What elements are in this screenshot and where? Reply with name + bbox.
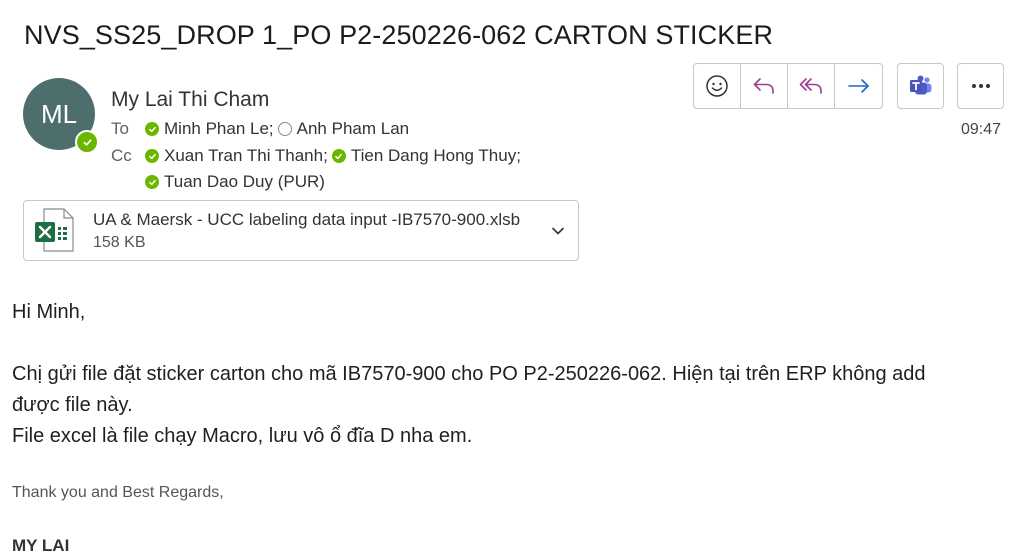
presence-available-icon — [145, 149, 159, 163]
signature-name: MY LAI — [12, 536, 70, 555]
forward-button[interactable] — [835, 64, 882, 108]
recipient-name: Tien Dang Hong Thuy; — [350, 146, 521, 165]
attachment-file-size: 158 KB — [93, 234, 146, 251]
recipient-name: Minh Phan Le; — [164, 119, 274, 138]
cc-label: Cc — [111, 146, 132, 165]
body-greeting: Hi Minh, — [12, 301, 86, 323]
recipient-cc-3[interactable]: Tuan Dao Duy (PUR) — [145, 172, 325, 192]
attachment-file-name: UA & Maersk - UCC labeling data input -I… — [93, 210, 521, 229]
recipient-to-1[interactable]: Minh Phan Le; — [145, 119, 274, 139]
to-label: To — [111, 119, 129, 138]
sender-name[interactable]: My Lai Thi Cham — [111, 88, 269, 112]
cc-line: Cc Xuan Tran Thi Thanh; Tien Dang Hong T… — [111, 146, 525, 166]
presence-available-icon — [145, 122, 159, 136]
recipient-name: Tuan Dao Duy (PUR) — [164, 172, 325, 191]
reply-icon — [753, 78, 774, 94]
signoff: Thank you and Best Regards, — [12, 484, 224, 501]
reply-all-button[interactable] — [788, 64, 835, 108]
recipient-name: Anh Pham Lan — [296, 119, 410, 138]
avatar-initials: ML — [40, 98, 78, 129]
message-action-toolbar — [693, 63, 883, 109]
teams-icon — [909, 75, 931, 95]
chevron-down-icon[interactable] — [550, 223, 566, 239]
presence-available-icon — [331, 149, 346, 163]
cc-line-continued: Tuan Dao Duy (PUR) — [145, 172, 329, 192]
more-icon — [971, 84, 990, 88]
recipient-name: Xuan Tran Thi Thanh; — [164, 146, 328, 165]
body-paragraph-line-2: được file này. — [12, 394, 133, 416]
email-subject: NVS_SS25_DROP 1_PO P2-250226-062 CARTON … — [24, 20, 774, 50]
reply-all-icon — [799, 78, 822, 94]
body-paragraph-line-1: Chị gửi file đặt sticker carton cho mã I… — [12, 363, 926, 385]
excel-file-icon — [35, 208, 74, 252]
to-line: To Minh Phan Le; Anh Pham Lan — [111, 119, 413, 139]
presence-available-icon — [145, 175, 159, 189]
forward-icon — [847, 79, 869, 93]
more-actions-button[interactable] — [957, 63, 1004, 109]
recipient-cc-1[interactable]: Xuan Tran Thi Thanh; — [145, 146, 328, 166]
recipient-cc-2[interactable]: Tien Dang Hong Thuy; — [331, 146, 521, 166]
recipient-to-2[interactable]: Anh Pham Lan — [277, 119, 410, 139]
presence-offline-icon — [277, 122, 292, 136]
teams-chat-button[interactable] — [897, 63, 944, 109]
sender-presence-available-icon — [75, 130, 99, 154]
received-time: 09:47 — [961, 121, 1002, 138]
emoji-icon — [706, 75, 728, 97]
body-paragraph-line-3: File excel là file chạy Macro, lưu vô ổ … — [12, 425, 473, 447]
reply-button[interactable] — [741, 64, 788, 108]
emoji-reaction-button[interactable] — [694, 64, 741, 108]
attachment-card[interactable]: UA & Maersk - UCC labeling data input -I… — [23, 200, 579, 261]
